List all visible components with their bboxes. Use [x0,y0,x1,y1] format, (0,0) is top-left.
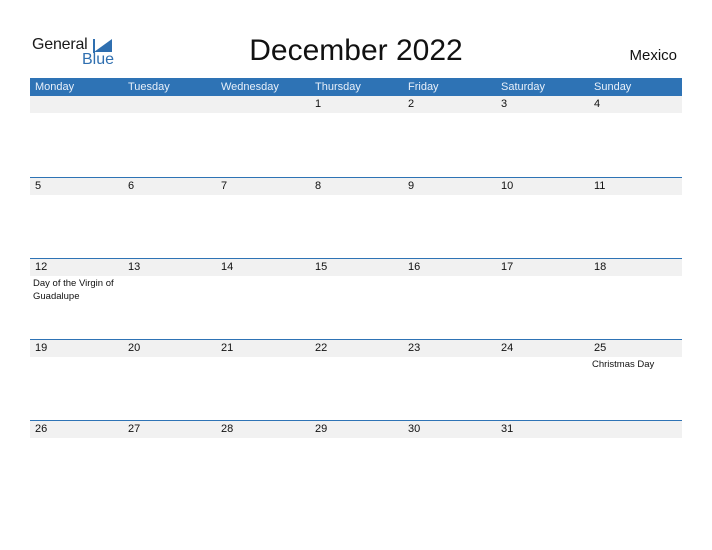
day-number: 27 [128,423,141,435]
day-number: 30 [408,423,421,435]
holiday-label: Day of the Virgin of Guadalupe [33,278,114,302]
day-cell: 16 [403,259,496,340]
day-cell: 9 [403,178,496,259]
weekday-thursday: Thursday [315,81,361,93]
day-number: 17 [501,261,514,273]
day-cell: 28 [216,421,309,502]
day-cell [123,96,216,177]
day-number: 6 [128,180,135,192]
weekday-sunday: Sunday [594,81,632,93]
weekday-saturday: Saturday [501,81,546,93]
weekday-wednesday: Wednesday [221,81,279,93]
day-number: 31 [501,423,514,435]
day-cell: 15 [310,259,403,340]
day-number: 9 [408,180,415,192]
day-cell: 5 [30,178,123,259]
day-cell: 24 [496,340,589,421]
day-cell: 13 [123,259,216,340]
day-cell: 19 [30,340,123,421]
weekday-header: Monday Tuesday Wednesday Thursday Friday Satu… [30,78,682,96]
day-cell [216,96,309,177]
day-number: 11 [594,180,606,192]
day-cell [589,421,682,502]
week-row: 12 Day of the Virgin of Guadalupe 13 14 15 16… [30,258,682,340]
holiday-label: Christmas Day [592,359,655,370]
day-number: 18 [594,261,607,273]
day-cell: 20 [123,340,216,421]
day-number: 26 [35,423,48,435]
day-number: 24 [501,342,514,354]
day-cell: 1 [310,96,403,177]
day-number: 22 [315,342,328,354]
day-cell: 29 [310,421,403,502]
day-number: 3 [501,98,508,110]
day-number: 5 [35,180,42,192]
day-number: 15 [315,261,328,273]
weekday-friday: Friday [408,81,439,93]
day-number: 2 [408,98,415,110]
day-cell: 27 [123,421,216,502]
day-cell: 21 [216,340,309,421]
day-cell: 7 [216,178,309,259]
week-row: 19 20 21 22 23 24 25 Christmas Day [30,339,682,421]
day-number: 16 [408,261,421,273]
day-cell: 2 [403,96,496,177]
day-number: 25 [594,342,607,354]
week-row: 26 27 28 29 30 31 [30,420,682,502]
day-cell [30,96,123,177]
day-cell: 8 [310,178,403,259]
day-cell: 23 [403,340,496,421]
day-cell: 18 [589,259,682,340]
day-number: 21 [221,342,234,354]
day-number: 14 [221,261,234,273]
day-cell: 6 [123,178,216,259]
day-cell: 14 [216,259,309,340]
day-cell: 26 [30,421,123,502]
day-number: 12 [35,261,48,273]
day-number: 19 [35,342,48,354]
calendar-title: December 2022 [249,34,463,67]
day-number: 7 [221,180,228,192]
day-number: 8 [315,180,322,192]
day-cell: 12 Day of the Virgin of Guadalupe [30,259,123,340]
day-number: 20 [128,342,141,354]
week-row: 1 2 3 4 [30,96,682,177]
day-number: 23 [408,342,421,354]
day-number: 13 [128,261,141,273]
country-label: Mexico [629,47,677,64]
week-row: 5 6 7 8 9 10 11 [30,177,682,259]
day-cell: 30 [403,421,496,502]
day-number: 10 [501,180,514,192]
day-cell: 10 [496,178,589,259]
day-cell: 3 [496,96,589,177]
day-cell: 25 Christmas Day [589,340,682,421]
day-number: 4 [594,98,601,110]
day-cell: 22 [310,340,403,421]
day-number: 1 [315,98,322,110]
day-cell: 17 [496,259,589,340]
day-cell: 31 [496,421,589,502]
weekday-monday: Monday [35,81,75,93]
day-cell: 4 [589,96,682,177]
day-number: 28 [221,423,234,435]
day-cell: 11 [589,178,682,259]
weekday-tuesday: Tuesday [128,81,170,93]
day-number: 29 [315,423,328,435]
